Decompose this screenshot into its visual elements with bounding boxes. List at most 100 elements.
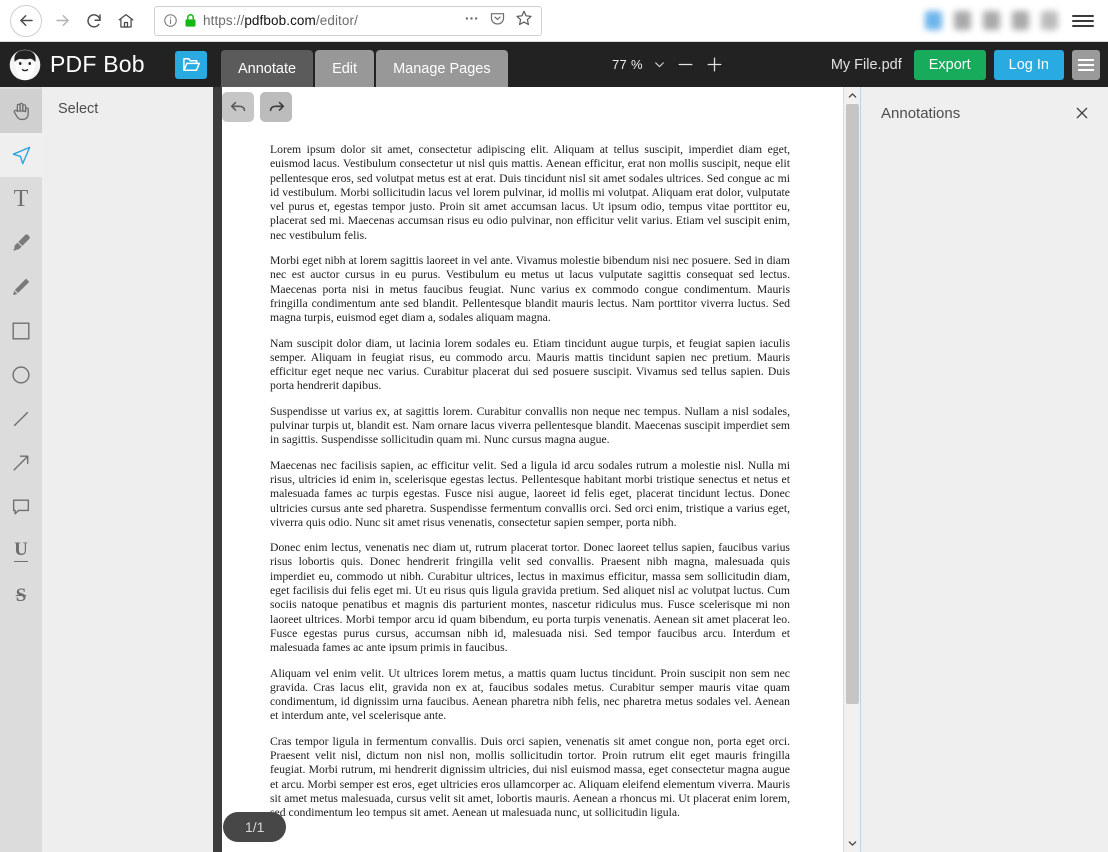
circle-icon <box>12 366 30 384</box>
star-icon[interactable] <box>515 9 533 32</box>
zoom-out-button[interactable] <box>676 55 695 74</box>
tab-annotate-label: Annotate <box>238 60 297 77</box>
reload-icon <box>87 13 101 28</box>
zoom-in-button[interactable] <box>705 55 724 74</box>
arrow-icon <box>13 455 29 471</box>
extension-icon-4[interactable] <box>1012 11 1029 30</box>
document-viewport[interactable]: Lorem ipsum dolor sit amet, consectetur … <box>213 87 860 852</box>
header-right-actions: My File.pdf Export Log In <box>831 42 1108 87</box>
pan-hand-tool[interactable] <box>0 89 42 133</box>
browser-home-button[interactable] <box>110 5 142 37</box>
tab-annotate[interactable]: Annotate <box>221 50 314 87</box>
underline-u-icon: U <box>14 539 28 562</box>
scroll-down-button[interactable] <box>844 835 861 852</box>
redo-arrow-icon <box>269 101 284 111</box>
url-text[interactable]: https://pdfbob.com/editor/ <box>203 13 457 28</box>
arrow-right-icon <box>55 14 69 27</box>
annotations-panel-header: Annotations <box>881 103 1092 123</box>
pencil-icon <box>13 278 30 296</box>
pdf-paragraph: Suspendisse ut varius ex, at sagittis lo… <box>270 404 790 447</box>
close-x-icon <box>1076 107 1088 119</box>
chevron-down-icon <box>655 62 664 68</box>
line-tool[interactable] <box>0 397 42 441</box>
scrollbar-track[interactable] <box>844 104 861 835</box>
pdf-paragraph: Morbi eget nibh at lorem sagittis laoree… <box>270 254 790 325</box>
scroll-up-button[interactable] <box>844 87 861 104</box>
hamburger-icon-line <box>1078 63 1094 66</box>
tool-options-label: Select <box>58 101 99 117</box>
browser-extension-icons <box>925 11 1058 30</box>
extension-icon-5[interactable] <box>1041 11 1058 30</box>
browser-reload-button[interactable] <box>78 5 110 37</box>
arrow-tool[interactable] <box>0 441 42 485</box>
tool-options-panel: Select <box>42 87 213 852</box>
tab-edit[interactable]: Edit <box>315 50 375 87</box>
open-file-button[interactable] <box>175 50 207 79</box>
highlighter-tool[interactable] <box>0 221 42 265</box>
extension-icon-2[interactable] <box>954 11 971 30</box>
underline-tool[interactable]: U <box>0 529 42 573</box>
hamburger-icon-line <box>1078 68 1094 71</box>
browser-chrome: https://pdfbob.com/editor/ <box>0 0 1108 42</box>
home-icon <box>118 13 134 28</box>
annotations-panel-title: Annotations <box>881 104 961 122</box>
redo-button[interactable] <box>260 92 292 122</box>
speech-bubble-icon <box>12 499 30 515</box>
zoom-controls: 77 % <box>612 42 724 87</box>
cursor-arrow-icon <box>12 146 30 164</box>
browser-forward-button[interactable] <box>46 5 78 37</box>
page-info-icon[interactable] <box>163 13 178 28</box>
rectangle-tool[interactable] <box>0 309 42 353</box>
url-bar[interactable]: https://pdfbob.com/editor/ <box>154 5 542 36</box>
undo-button[interactable] <box>222 92 254 122</box>
tab-edit-label: Edit <box>332 60 358 77</box>
login-button[interactable]: Log In <box>993 49 1064 80</box>
brand-title: PDF Bob <box>50 51 145 77</box>
annotations-panel-close-button[interactable] <box>1072 103 1092 123</box>
export-button-label: Export <box>928 56 971 73</box>
scrollbar-thumb[interactable] <box>845 104 859 704</box>
page-indicator: 1/1 <box>223 812 287 842</box>
login-button-label: Log In <box>1008 56 1049 73</box>
extension-icon-3[interactable] <box>983 11 1000 30</box>
app-menu-button[interactable] <box>1072 49 1100 80</box>
pdf-paragraph: Donec enim lectus, venenatis nec diam ut… <box>270 541 790 655</box>
text-tool[interactable]: T <box>0 177 42 221</box>
tab-manage-pages[interactable]: Manage Pages <box>376 50 508 87</box>
app-header: PDF Bob Annotate Edit Manage Pages 77 % <box>0 42 1108 87</box>
strikethrough-tool[interactable]: S <box>0 573 42 617</box>
pencil-tool[interactable] <box>0 265 42 309</box>
browser-back-button[interactable] <box>10 4 42 37</box>
export-button[interactable]: Export <box>913 49 986 80</box>
tab-manage-pages-label: Manage Pages <box>393 60 491 77</box>
ellipsis-icon[interactable] <box>463 10 480 32</box>
strikethrough-s-icon: S <box>15 584 27 606</box>
pocket-icon[interactable] <box>489 10 506 32</box>
select-tool[interactable] <box>0 133 42 177</box>
hand-icon <box>13 102 29 121</box>
hamburger-icon-line <box>1072 24 1094 27</box>
zoom-preset-dropdown[interactable] <box>653 58 666 71</box>
chevron-up-icon <box>848 93 856 98</box>
zoom-level-value: 77 % <box>612 57 643 72</box>
ellipse-tool[interactable] <box>0 353 42 397</box>
pdf-paragraph: Lorem ipsum dolor sit amet, consectetur … <box>270 143 790 242</box>
pdfbob-beard-logo <box>9 49 41 80</box>
minus-icon <box>678 63 693 66</box>
padlock-icon[interactable] <box>184 13 197 28</box>
pdf-page[interactable]: Lorem ipsum dolor sit amet, consectetur … <box>222 87 856 852</box>
hamburger-icon-line <box>1072 19 1094 22</box>
line-icon <box>13 411 29 427</box>
annotations-panel: Annotations <box>860 87 1108 852</box>
browser-menu-button[interactable] <box>1072 10 1094 32</box>
pdf-paragraph: Aliquam vel enim velit. Ut ultrices lore… <box>270 666 790 723</box>
annotation-tool-rail: T U S <box>0 87 42 852</box>
hamburger-icon-line <box>1072 14 1094 17</box>
pdf-page-text: Lorem ipsum dolor sit amet, consectetur … <box>270 143 790 831</box>
comment-tool[interactable] <box>0 485 42 529</box>
extension-icon-1[interactable] <box>925 11 942 30</box>
open-folder-icon <box>182 58 200 72</box>
document-scrollbar[interactable] <box>843 87 860 852</box>
workspace: T U S Select Lorem ipsum dolor sit amet,… <box>0 87 1108 852</box>
file-name-label: My File.pdf <box>830 56 902 73</box>
